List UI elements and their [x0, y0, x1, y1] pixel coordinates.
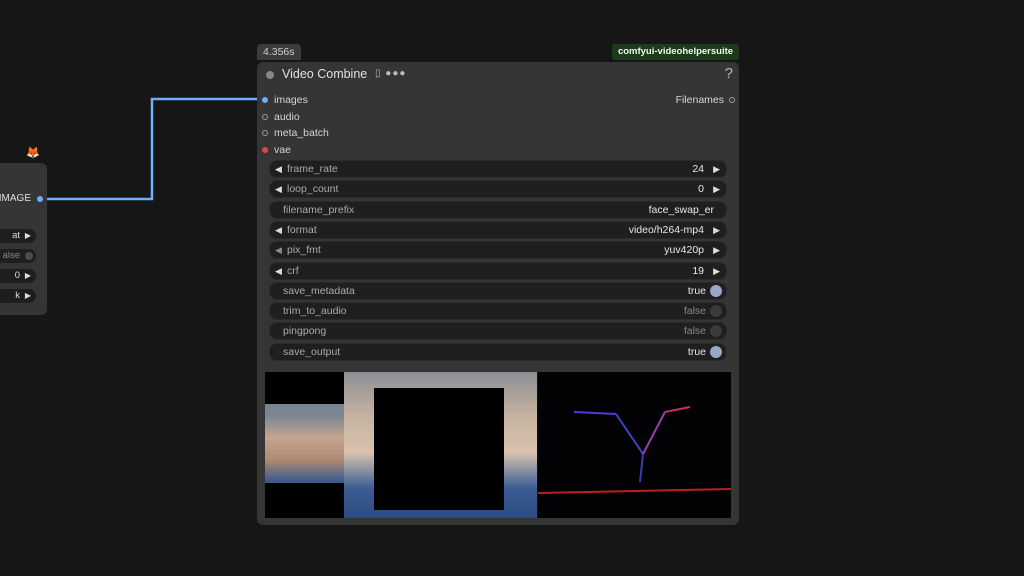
- video-preview[interactable]: [265, 372, 731, 518]
- image-output-label: IMAGE: [0, 193, 31, 204]
- toggle-off-icon[interactable]: [25, 252, 33, 260]
- fox-icon: 🦊: [26, 147, 40, 159]
- left-widget-2[interactable]: alse: [0, 249, 36, 263]
- collapse-dot-icon[interactable]: [266, 71, 274, 79]
- frame-rate-value: 24: [692, 163, 704, 175]
- loop-count-label: loop_count: [287, 183, 339, 195]
- redaction-block: [374, 388, 504, 510]
- triangle-left-icon[interactable]: ◀: [275, 222, 282, 238]
- triangle-right-icon[interactable]: ▶: [713, 222, 720, 238]
- redaction-block: [265, 483, 344, 518]
- format-label: format: [287, 224, 317, 236]
- output-filenames[interactable]: Filenames: [676, 93, 735, 107]
- load-images-node[interactable]: IMAGE at ▶ alse 0 ▶ k ▶: [0, 163, 47, 315]
- triangle-right-icon[interactable]: ▶: [713, 161, 720, 177]
- node-status-icons: ▯ ●●●: [375, 68, 407, 79]
- triangle-left-icon[interactable]: ◀: [275, 263, 282, 279]
- output-label-filenames: Filenames: [675, 94, 724, 106]
- pose-skeleton-frame: [537, 372, 731, 518]
- format-value: video/h264-mp4: [628, 224, 704, 236]
- trim-to-audio-label: trim_to_audio: [283, 305, 347, 317]
- filename-prefix-widget[interactable]: filename_prefix face_swap_er: [269, 201, 727, 219]
- input-slot-images[interactable]: [262, 97, 268, 104]
- input-vae[interactable]: vae: [262, 143, 291, 157]
- frame-rate-widget[interactable]: ◀ frame_rate 24 ▶: [269, 160, 727, 178]
- pix-fmt-value: yuv420p: [664, 244, 704, 256]
- triangle-left-icon[interactable]: ◀: [275, 161, 282, 177]
- crf-label: crf: [287, 265, 299, 277]
- toggle-off-icon[interactable]: [710, 305, 722, 317]
- input-label-vae: vae: [274, 144, 291, 156]
- pose-skeleton-icon: [537, 406, 731, 494]
- save-output-value: true: [687, 346, 706, 358]
- left-widget-3[interactable]: 0 ▶: [0, 269, 36, 283]
- triangle-right-icon[interactable]: ▶: [713, 263, 720, 279]
- redaction-block: [265, 372, 344, 404]
- filename-prefix-value: face_swap_er: [648, 204, 714, 216]
- node-title-bar[interactable]: Video Combine ▯ ●●● ?: [257, 62, 739, 88]
- loop-count-value: 0: [698, 183, 704, 195]
- save-output-label: save_output: [283, 346, 341, 358]
- triangle-left-icon[interactable]: ◀: [275, 242, 282, 258]
- crf-value: 19: [692, 265, 704, 277]
- image-link-wire[interactable]: [40, 97, 264, 201]
- triangle-right-icon[interactable]: ▶: [25, 289, 31, 303]
- trim-to-audio-widget[interactable]: trim_to_audio false: [269, 302, 727, 320]
- input-label-audio: audio: [274, 111, 300, 123]
- input-label-meta-batch: meta_batch: [274, 127, 329, 139]
- toggle-on-icon[interactable]: [710, 285, 722, 297]
- save-output-widget[interactable]: save_output true: [269, 343, 727, 361]
- crf-widget[interactable]: ◀ crf 19 ▶: [269, 262, 727, 280]
- image-output-slot[interactable]: [37, 195, 43, 202]
- left-widget-2-value: alse: [2, 250, 20, 261]
- left-widget-3-value: 0: [14, 270, 20, 281]
- image-output[interactable]: IMAGE: [0, 193, 43, 204]
- save-metadata-value: true: [687, 285, 706, 297]
- pingpong-value: false: [683, 325, 706, 337]
- video-combine-node[interactable]: Video Combine ▯ ●●● ? images audio meta_…: [257, 62, 739, 525]
- input-slot-vae[interactable]: [262, 147, 268, 154]
- pix-fmt-widget[interactable]: ◀ pix_fmt yuv420p ▶: [269, 241, 727, 259]
- package-badge: comfyui-videohelpersuite: [612, 44, 739, 60]
- output-slot-filenames[interactable]: [729, 97, 735, 104]
- toggle-on-icon[interactable]: [710, 346, 722, 358]
- frame-rate-label: frame_rate: [287, 163, 338, 175]
- left-widget-1[interactable]: at ▶: [0, 229, 36, 243]
- triangle-right-icon[interactable]: ▶: [713, 242, 720, 258]
- save-metadata-label: save_metadata: [283, 285, 355, 297]
- question-icon[interactable]: ?: [725, 65, 733, 82]
- toggle-off-icon[interactable]: [710, 325, 722, 337]
- format-widget[interactable]: ◀ format video/h264-mp4 ▶: [269, 221, 727, 239]
- loop-count-widget[interactable]: ◀ loop_count 0 ▶: [269, 180, 727, 198]
- input-slot-audio[interactable]: [262, 114, 268, 121]
- pingpong-label: pingpong: [283, 325, 327, 337]
- input-images[interactable]: images: [262, 93, 308, 107]
- filename-prefix-label: filename_prefix: [283, 204, 355, 216]
- trim-to-audio-value: false: [683, 305, 706, 317]
- swapped-face-frame: [344, 372, 537, 518]
- triangle-right-icon[interactable]: ▶: [25, 269, 31, 283]
- input-meta-batch[interactable]: meta_batch: [262, 126, 329, 140]
- save-metadata-widget[interactable]: save_metadata true: [269, 282, 727, 300]
- left-widget-4[interactable]: k ▶: [0, 289, 36, 303]
- pingpong-widget[interactable]: pingpong false: [269, 322, 727, 340]
- input-slot-meta-batch[interactable]: [262, 130, 268, 137]
- input-audio[interactable]: audio: [262, 110, 300, 124]
- execution-time-badge: 4.356s: [257, 44, 301, 60]
- left-widget-4-value: k: [15, 290, 20, 301]
- triangle-right-icon[interactable]: ▶: [713, 181, 720, 197]
- source-face-frame: [265, 372, 344, 518]
- input-label-images: images: [274, 94, 308, 106]
- triangle-right-icon[interactable]: ▶: [25, 229, 31, 243]
- triangle-left-icon[interactable]: ◀: [275, 181, 282, 197]
- pix-fmt-label: pix_fmt: [287, 244, 321, 256]
- left-widget-1-value: at: [12, 230, 20, 241]
- node-title: Video Combine: [282, 67, 368, 81]
